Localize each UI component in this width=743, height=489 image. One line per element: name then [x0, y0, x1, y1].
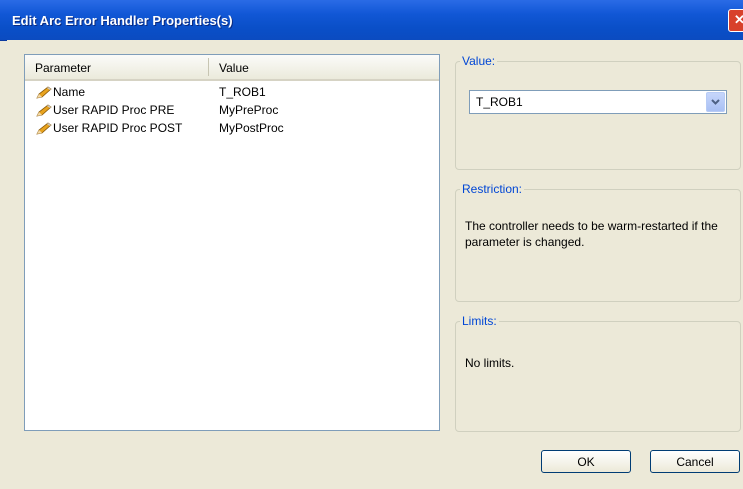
dropdown-button[interactable]	[706, 92, 725, 112]
pencil-icon	[36, 122, 52, 135]
parameter-name: User RAPID Proc POST	[53, 121, 183, 135]
close-button[interactable]: ✕	[728, 9, 743, 32]
ok-button[interactable]: OK	[541, 450, 631, 473]
parameter-value: T_ROB1	[219, 85, 266, 99]
value-dropdown-selected: T_ROB1	[476, 95, 523, 109]
chevron-down-icon	[711, 99, 720, 105]
column-divider[interactable]	[208, 58, 209, 76]
list-item[interactable]: User RAPID Proc PRE MyPreProc	[33, 102, 433, 120]
close-icon: ✕	[734, 12, 743, 27]
window-title: Edit Arc Error Handler Properties(s)	[12, 13, 233, 28]
column-header-parameter[interactable]: Parameter	[35, 61, 91, 75]
restriction-group: Restriction: The controller needs to be …	[455, 182, 741, 302]
limits-text: No limits.	[465, 356, 515, 370]
list-item[interactable]: Name T_ROB1	[33, 84, 433, 102]
cancel-button[interactable]: Cancel	[650, 450, 740, 473]
column-header-value[interactable]: Value	[219, 61, 249, 75]
parameter-name: User RAPID Proc PRE	[53, 103, 175, 117]
parameter-value: MyPostProc	[219, 121, 284, 135]
title-bar[interactable]: Edit Arc Error Handler Properties(s) ✕	[0, 0, 743, 41]
value-legend: Value:	[462, 54, 496, 68]
restriction-text: The controller needs to be warm-restarte…	[465, 219, 718, 249]
pencil-icon	[36, 104, 52, 117]
limits-group: Limits: No limits.	[455, 314, 741, 432]
value-dropdown[interactable]: T_ROB1	[469, 90, 727, 114]
list-header: Parameter Value	[25, 55, 439, 81]
value-group: Value: T_ROB1	[455, 54, 741, 170]
limits-legend: Limits:	[462, 314, 497, 328]
pencil-icon	[36, 86, 52, 99]
parameter-value: MyPreProc	[219, 103, 279, 117]
list-item[interactable]: User RAPID Proc POST MyPostProc	[33, 120, 433, 138]
parameter-name: Name	[53, 85, 86, 99]
parameter-list[interactable]: Parameter Value Name T_ROB1 User RAPID P…	[24, 54, 440, 431]
restriction-legend: Restriction:	[462, 182, 523, 196]
